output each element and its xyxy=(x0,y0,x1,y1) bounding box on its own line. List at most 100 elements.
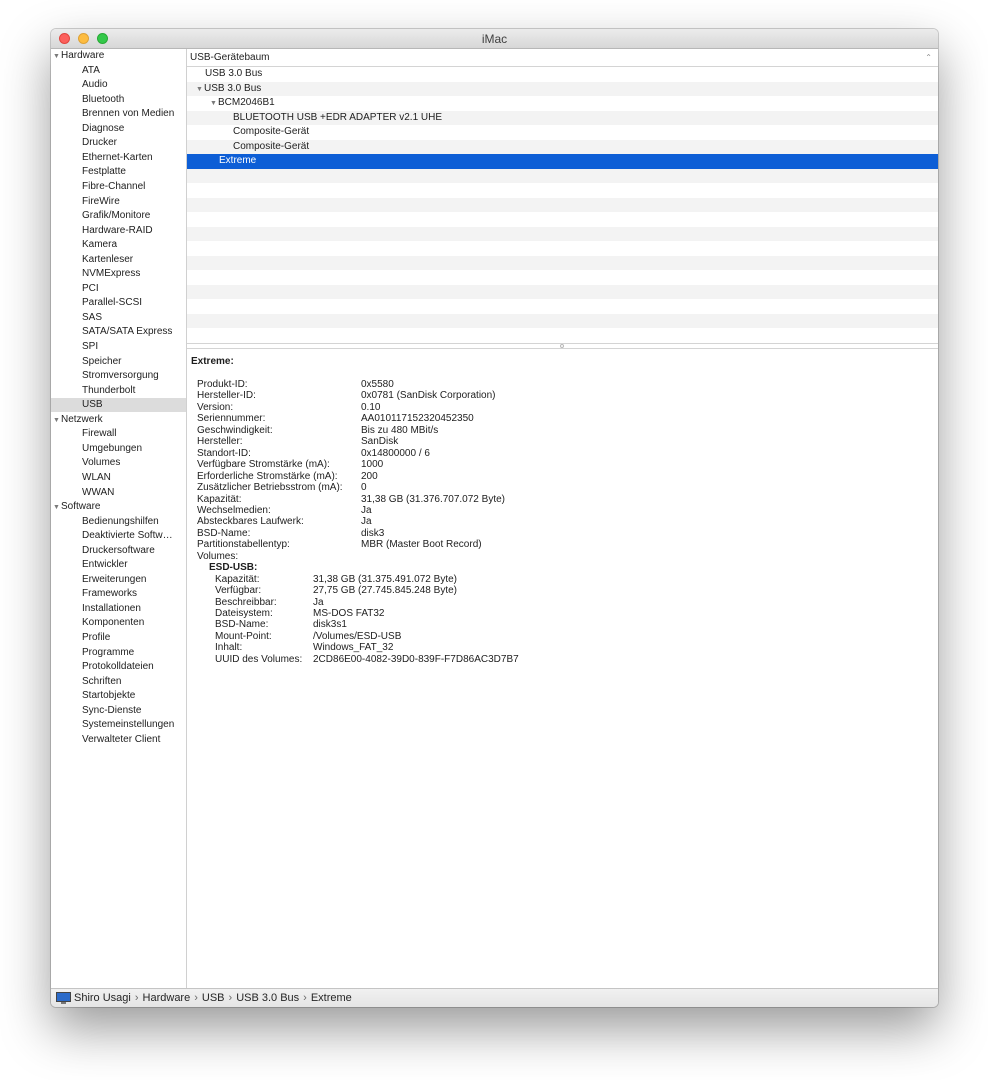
volume-property-value: /Volumes/ESD-USB xyxy=(313,630,402,642)
volume-name: ESD-USB: xyxy=(209,562,258,574)
sidebar-item-diagnose[interactable]: Diagnose xyxy=(51,122,186,136)
sidebar-item-druckersoftware[interactable]: Druckersoftware xyxy=(51,544,186,558)
divider-handle-icon[interactable] xyxy=(560,344,564,348)
sidebar-item-usb[interactable]: USB xyxy=(51,398,186,413)
sidebar-category-software[interactable]: ▼Software xyxy=(51,500,186,514)
tree-empty-row xyxy=(187,284,938,299)
sidebar-item-sas[interactable]: SAS xyxy=(51,311,186,325)
sidebar-item-deaktivierte-softw[interactable]: Deaktivierte Softw… xyxy=(51,529,186,543)
sidebar-item-sata-sata-express[interactable]: SATA/SATA Express xyxy=(51,325,186,339)
tree-row[interactable]: USB 3.0 Bus xyxy=(187,67,938,82)
sidebar-item-ata[interactable]: ATA xyxy=(51,64,186,78)
breadcrumb: Shiro Usagi › Hardware › USB › USB 3.0 Bus › Ext… xyxy=(74,989,352,1007)
property-value: 0x5580 xyxy=(361,379,394,390)
sidebar-item-audio[interactable]: Audio xyxy=(51,78,186,92)
tree-empty-row xyxy=(187,313,938,328)
sidebar-item-firewall[interactable]: Firewall xyxy=(51,427,186,441)
tree-row[interactable]: Composite-Gerät xyxy=(187,125,938,140)
breadcrumb-item-usb-3-0-bus[interactable]: USB 3.0 Bus xyxy=(236,992,299,1004)
sidebar: ▼Hardware ATA Audio Bluetooth Brennen von Me… xyxy=(51,49,187,988)
sidebar-item-stromversorgung[interactable]: Stromversorgung xyxy=(51,369,186,383)
sidebar-item-parallel-scsi[interactable]: Parallel-SCSI xyxy=(51,296,186,310)
sidebar-item-komponenten[interactable]: Komponenten xyxy=(51,616,186,630)
property-key: Absteckbares Laufwerk: xyxy=(197,516,304,528)
sidebar-item-bedienungshilfen[interactable]: Bedienungshilfen xyxy=(51,515,186,529)
property-key: Partitionstabellentyp: xyxy=(197,539,290,551)
property-key: Version: xyxy=(197,401,234,413)
sidebar-item-festplatte[interactable]: Festplatte xyxy=(51,165,186,179)
property-key: Hersteller: xyxy=(197,436,243,448)
tree-row-label: USB 3.0 Bus xyxy=(205,68,263,79)
property-value: SanDisk xyxy=(361,436,399,448)
sidebar-item-wwan[interactable]: WWAN xyxy=(51,486,186,500)
disclosure-triangle-icon[interactable]: ▼ xyxy=(53,501,61,514)
disclosure-triangle-icon[interactable]: ▼ xyxy=(196,83,204,98)
property-value: AA010117152320452350 xyxy=(361,413,474,425)
sidebar-item-profile[interactable]: Profile xyxy=(51,631,186,645)
imac-icon xyxy=(56,992,71,1004)
sidebar-item-erweiterungen[interactable]: Erweiterungen xyxy=(51,573,186,587)
tree-empty-row xyxy=(187,226,938,241)
property-key: Hersteller-ID: xyxy=(197,390,256,402)
sidebar-item-kartenleser[interactable]: Kartenleser xyxy=(51,253,186,267)
disclosure-triangle-icon[interactable]: ▼ xyxy=(53,50,61,63)
disclosure-triangle-icon[interactable]: ▼ xyxy=(53,414,61,427)
tree-row[interactable]: Composite-Gerät xyxy=(187,139,938,154)
sidebar-item-fibre-channel[interactable]: Fibre-Channel xyxy=(51,180,186,194)
sidebar-item-entwickler[interactable]: Entwickler xyxy=(51,558,186,572)
volume-property-key: Dateisystem: xyxy=(215,608,273,619)
sidebar-item-protokolldateien[interactable]: Protokolldateien xyxy=(51,660,186,674)
breadcrumb-item-shiro-usagi[interactable]: Shiro Usagi xyxy=(74,992,131,1004)
sidebar-item-installationen[interactable]: Installationen xyxy=(51,602,186,616)
tree-row[interactable]: BLUETOOTH USB +EDR ADAPTER v2.1 UHE xyxy=(187,110,938,125)
sidebar-item-bluetooth[interactable]: Bluetooth xyxy=(51,93,186,107)
sidebar-item-drucker[interactable]: Drucker xyxy=(51,136,186,150)
sidebar-item-wlan[interactable]: WLAN xyxy=(51,471,186,485)
property-value: 0x0781 (SanDisk Corporation) xyxy=(361,390,496,402)
property-value: 200 xyxy=(361,470,378,482)
property-value: 31,38 GB (31.376.707.072 Byte) xyxy=(361,493,505,505)
sidebar-category-label: Software xyxy=(61,501,101,513)
sidebar-item-ethernet-karten[interactable]: Ethernet-Karten xyxy=(51,151,186,165)
sidebar-item-programme[interactable]: Programme xyxy=(51,646,186,660)
sidebar-item-brennen-von-medien[interactable]: Brennen von Medien xyxy=(51,107,186,121)
sort-chevron-icon[interactable]: ⌃ xyxy=(925,49,932,66)
sidebar-item-pci[interactable]: PCI xyxy=(51,282,186,296)
sidebar-category-hardware[interactable]: ▼Hardware xyxy=(51,49,186,63)
sidebar-item-firewire[interactable]: FireWire xyxy=(51,195,186,209)
sidebar-category-netzwerk[interactable]: ▼Netzwerk xyxy=(51,413,186,427)
tree-header[interactable]: USB-Gerätebaum ⌃ xyxy=(187,49,938,67)
sidebar-item-frameworks[interactable]: Frameworks xyxy=(51,587,186,601)
sidebar-item-verwalteter-client[interactable]: Verwalteter Client xyxy=(51,733,186,747)
sidebar-item-kamera[interactable]: Kamera xyxy=(51,238,186,252)
volume-property-key: Beschreibbar: xyxy=(215,596,277,608)
details-title: Extreme: xyxy=(191,356,234,367)
sidebar-item-hardware-raid[interactable]: Hardware-RAID xyxy=(51,224,186,238)
sidebar-item-sync-dienste[interactable]: Sync-Dienste xyxy=(51,704,186,718)
volume-property-value: 27,75 GB (27.745.845.248 Byte) xyxy=(313,585,457,597)
breadcrumb-item-extreme[interactable]: Extreme xyxy=(311,992,352,1004)
tree-empty-row xyxy=(187,255,938,270)
sidebar-item-grafik-monitore[interactable]: Grafik/Monitore xyxy=(51,209,186,223)
tree-row-label: BLUETOOTH USB +EDR ADAPTER v2.1 UHE xyxy=(233,111,443,123)
property-key: Produkt-ID: xyxy=(197,379,248,390)
sidebar-item-schriften[interactable]: Schriften xyxy=(51,675,186,689)
breadcrumb-item-usb[interactable]: USB xyxy=(202,992,225,1004)
title-bar[interactable]: iMac xyxy=(51,29,938,49)
sidebar-item-spi[interactable]: SPI xyxy=(51,340,186,354)
tree-row[interactable]: ▼BCM2046B1 xyxy=(187,96,938,111)
sidebar-item-volumes[interactable]: Volumes xyxy=(51,456,186,470)
sidebar-item-speicher[interactable]: Speicher xyxy=(51,355,186,369)
sidebar-item-umgebungen[interactable]: Umgebungen xyxy=(51,442,186,456)
sidebar-item-nvmexpress[interactable]: NVMExpress xyxy=(51,267,186,281)
sidebar-item-systemeinstellungen[interactable]: Systemeinstellungen xyxy=(51,718,186,732)
tree-empty-row xyxy=(187,328,938,343)
sidebar-item-thunderbolt[interactable]: Thunderbolt xyxy=(51,384,186,398)
property-key: BSD-Name: xyxy=(197,527,251,539)
sidebar-item-startobjekte[interactable]: Startobjekte xyxy=(51,689,186,703)
tree-row[interactable]: ▼USB 3.0 Bus xyxy=(187,81,938,98)
tree-row-label: Composite-Gerät xyxy=(233,126,310,137)
breadcrumb-item-hardware[interactable]: Hardware xyxy=(143,992,191,1004)
tree-row[interactable]: Extreme xyxy=(187,154,938,169)
disclosure-triangle-icon[interactable]: ▼ xyxy=(210,97,218,112)
